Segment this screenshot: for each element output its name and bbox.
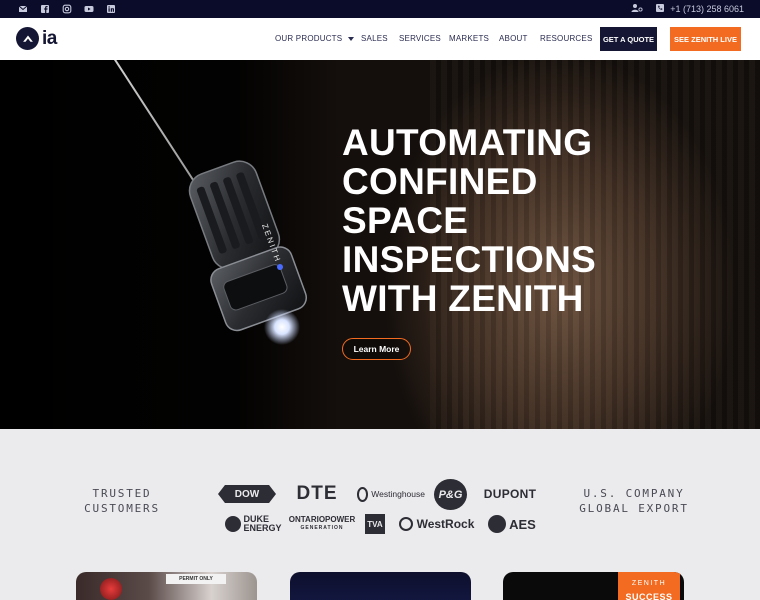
caret-down-icon: [348, 36, 355, 41]
feature-card-success[interactable]: ZENITH SUCCESS: [503, 572, 684, 600]
envelope-icon[interactable]: [18, 4, 28, 14]
main-nav: ia OUR PRODUCTS SALES SERVICES MARKETS A…: [0, 18, 760, 60]
feature-card-dark[interactable]: [290, 572, 471, 600]
facebook-icon[interactable]: [40, 4, 50, 14]
westinghouse-mark-icon: [357, 486, 369, 502]
nav-item-resources[interactable]: RESOURCES: [540, 34, 592, 43]
ontario-power-logo: ONTARIOPOWER GENERATION: [288, 515, 356, 532]
linkedin-icon[interactable]: [106, 4, 116, 14]
westinghouse-logo: Westinghouse: [357, 484, 425, 504]
hazard-equipment-image: [100, 578, 122, 600]
westrock-logo: WestRock: [398, 515, 475, 533]
aes-logo: AES: [488, 513, 536, 535]
nav-item-markets[interactable]: MARKETS: [449, 34, 489, 43]
trusted-customers-label: TRUSTED CUSTOMERS: [84, 487, 160, 515]
headline-line: INSPECTIONS: [342, 239, 597, 280]
site-logo[interactable]: ia: [16, 27, 57, 50]
us-company-label: U.S. COMPANY GLOBAL EXPORT: [579, 487, 689, 515]
dupont-logo: DUPONT: [483, 487, 537, 501]
pg-logo: P&G: [434, 479, 467, 510]
dte-logo: DTE: [296, 483, 338, 504]
tva-logo: TVA: [365, 514, 385, 534]
headline-line: SPACE: [342, 200, 469, 241]
zenith-success-badge: ZENITH SUCCESS: [618, 572, 680, 600]
feature-card-permit[interactable]: PERMIT ONLY: [76, 572, 257, 600]
nav-item-sales[interactable]: SALES: [361, 34, 388, 43]
zenith-drone-image: ZENITH: [188, 160, 308, 345]
badge-label: SUCCESS: [625, 592, 673, 600]
nav-item-about[interactable]: ABOUT: [499, 34, 528, 43]
headline-line: AUTOMATING: [342, 122, 593, 163]
duke-energy-logo: DUKE ENERGY: [222, 513, 286, 535]
top-bar: +1 (713) 258 6061: [0, 0, 760, 18]
youtube-icon[interactable]: [84, 4, 94, 14]
nav-item-our-products[interactable]: OUR PRODUCTS: [275, 34, 355, 43]
westrock-mark-icon: [398, 517, 413, 531]
get-a-quote-button[interactable]: GET A QUOTE: [600, 27, 657, 51]
nav-label: OUR PRODUCTS: [275, 34, 343, 43]
headline-line: WITH ZENITH: [342, 278, 584, 319]
instagram-icon[interactable]: [62, 4, 72, 14]
phone-icon: [655, 3, 665, 15]
permit-sign: PERMIT ONLY: [166, 574, 226, 584]
user-account-icon[interactable]: [631, 3, 643, 15]
phone-link[interactable]: +1 (713) 258 6061: [655, 3, 744, 15]
phone-number: +1 (713) 258 6061: [670, 4, 744, 14]
drone-light: [264, 309, 300, 345]
aes-mark-icon: [488, 515, 507, 533]
hero-headline: AUTOMATING CONFINED SPACE INSPECTIONS WI…: [342, 123, 642, 318]
trusted-customers-section: TRUSTED CUSTOMERS U.S. COMPANY GLOBAL EX…: [0, 429, 760, 600]
badge-brand: ZENITH: [631, 580, 667, 587]
see-zenith-live-button[interactable]: SEE ZENITH LIVE: [670, 27, 741, 51]
nav-item-services[interactable]: SERVICES: [399, 34, 441, 43]
logo-text: ia: [42, 28, 57, 49]
duke-mark-icon: [224, 516, 241, 532]
learn-more-button[interactable]: Learn More: [342, 338, 411, 360]
headline-line: CONFINED: [342, 161, 538, 202]
topbar-right: +1 (713) 258 6061: [631, 2, 744, 16]
hero-section: ZENITH AUTOMATING CONFINED SPACE INSPECT…: [0, 60, 760, 429]
logo-mark-icon: [16, 27, 39, 50]
dow-logo: DOW: [218, 485, 276, 503]
